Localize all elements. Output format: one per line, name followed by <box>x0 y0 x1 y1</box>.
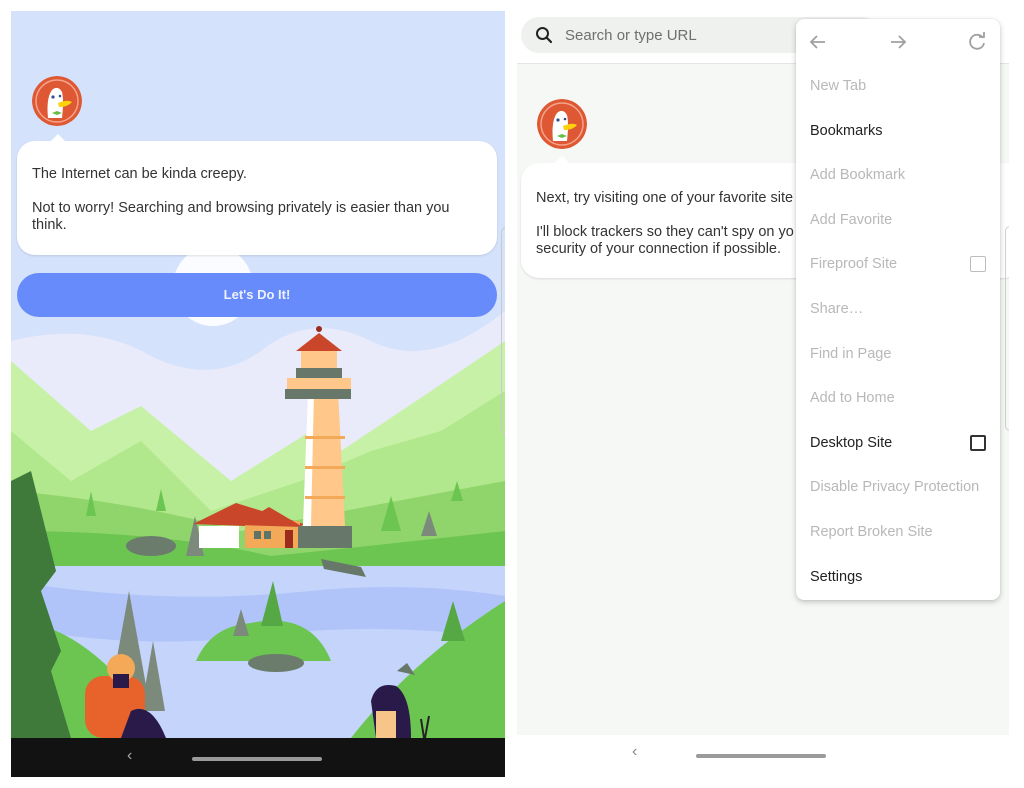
menu-item-report-broken-site[interactable]: Report Broken Site <box>796 510 1000 555</box>
system-navigation-bar: ‹ <box>517 735 1009 777</box>
menu-item-fireproof-site[interactable]: Fireproof Site <box>796 242 1000 287</box>
duckduckgo-logo <box>537 99 587 149</box>
back-arrow-icon[interactable] <box>806 30 830 54</box>
menu-item-label: Add Bookmark <box>810 167 906 184</box>
menu-item-settings[interactable]: Settings <box>796 555 1000 600</box>
menu-item-add-bookmark[interactable]: Add Bookmark <box>796 153 1000 198</box>
menu-item-new-tab[interactable]: New Tab <box>796 64 1000 109</box>
menu-item-disable-privacy-protection[interactable]: Disable Privacy Protection <box>796 465 1000 510</box>
menu-item-label: Fireproof Site <box>810 256 898 273</box>
search-icon <box>536 27 553 44</box>
peek-card-edge <box>501 226 505 436</box>
lets-do-it-button[interactable]: Let's Do It! <box>17 273 497 317</box>
nav-back-icon[interactable]: ‹ <box>127 747 132 765</box>
menu-item-label: Add Favorite <box>810 211 893 228</box>
menu-item-label: Bookmarks <box>810 122 883 139</box>
forward-arrow-icon[interactable] <box>886 30 910 54</box>
peek-card-edge <box>1005 226 1009 431</box>
menu-item-find-in-page[interactable]: Find in Page <box>796 332 1000 377</box>
onboarding-screen: The Internet can be kinda creepy. Not to… <box>11 11 505 777</box>
browser-overflow-menu: New Tab Bookmarks Add Bookmark Add Favor… <box>796 19 1000 600</box>
menu-item-label: Disable Privacy Protection <box>810 479 980 496</box>
menu-item-label: Share… <box>810 301 864 317</box>
home-gesture-pill[interactable] <box>192 757 322 761</box>
message-line-2: Not to worry! Searching and browsing pri… <box>32 200 450 233</box>
menu-item-share[interactable]: Share… <box>796 287 1000 332</box>
menu-item-label: New Tab <box>810 78 867 94</box>
fireproof-site-checkbox[interactable] <box>970 256 986 273</box>
menu-item-label: Add to Home <box>810 390 895 407</box>
menu-item-label: Find in Page <box>810 345 892 362</box>
nav-back-icon[interactable]: ‹ <box>632 743 637 761</box>
home-gesture-pill[interactable] <box>696 754 826 758</box>
menu-item-add-favorite[interactable]: Add Favorite <box>796 198 1000 243</box>
desktop-site-checkbox[interactable] <box>970 434 986 451</box>
menu-item-desktop-site[interactable]: Desktop Site <box>796 421 1000 466</box>
menu-item-label: Desktop Site <box>810 434 893 451</box>
menu-item-label: Report Broken Site <box>810 524 933 540</box>
system-navigation-bar: ‹ <box>11 738 505 777</box>
duckduckgo-logo <box>32 76 82 126</box>
menu-item-add-to-home[interactable]: Add to Home <box>796 376 1000 421</box>
message-line-1: The Internet can be kinda creepy. <box>32 166 247 182</box>
onboarding-message-bubble: The Internet can be kinda creepy. Not to… <box>17 134 497 255</box>
menu-item-label: Settings <box>810 568 863 585</box>
refresh-icon[interactable] <box>965 30 989 54</box>
menu-navigation-row <box>796 19 1000 64</box>
menu-item-bookmarks[interactable]: Bookmarks <box>796 109 1000 154</box>
lighthouse-illustration <box>11 11 505 738</box>
